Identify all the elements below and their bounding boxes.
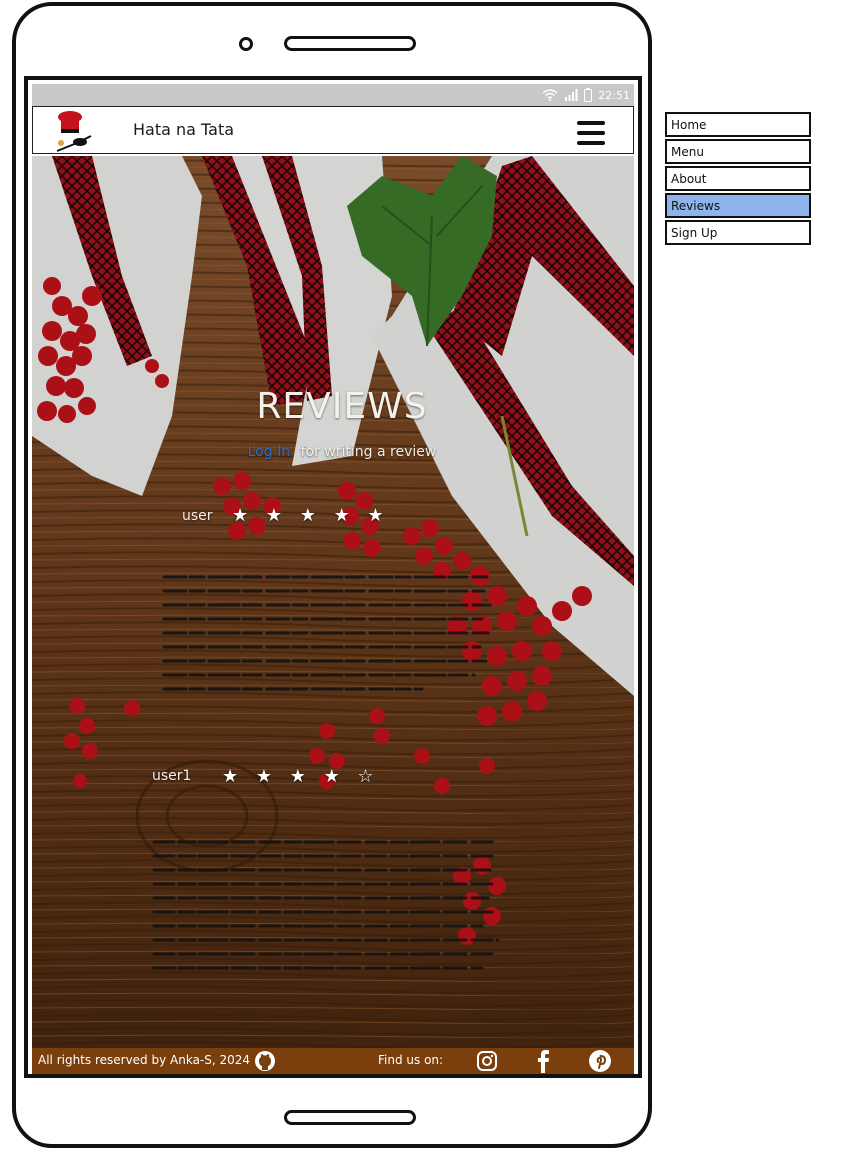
instagram-icon[interactable] [476,1050,498,1072]
review-star-rating: ★ ★ ★ ★ ★ [232,505,390,526]
login-link[interactable]: Log In [248,444,290,460]
page-title: REVIEWS [256,386,428,427]
hamburger-menu-icon[interactable] [577,121,605,145]
copyright-text: All rights reserved by Anka-S, 2024 [38,1053,251,1067]
facebook-icon[interactable] [532,1049,554,1073]
brand-name[interactable]: Hata na Tata [133,120,234,139]
tablet-screen: 22:51 Hata na Tata REVIEWS Log In for wr… [24,76,642,1078]
nav-menu-dropdown: Home Menu About Reviews Sign Up [665,112,813,247]
nav-item-menu[interactable]: Menu [665,139,811,164]
status-bar: 22:51 [32,84,634,106]
chef-hat-logo-icon[interactable] [51,109,97,153]
reviews-hero: REVIEWS Log In for writing a review user… [32,156,634,1048]
pinterest-icon[interactable] [588,1049,612,1073]
nav-item-reviews[interactable]: Reviews [665,193,811,218]
nav-item-home[interactable]: Home [665,112,811,137]
wifi-icon [542,89,558,101]
status-time: 22:51 [598,88,630,102]
home-button[interactable] [284,1110,416,1125]
review-text-placeholder [152,840,500,970]
review-text-placeholder [162,575,492,691]
site-header: Hata na Tata [32,106,634,154]
review-star-rating: ★ ★ ★ ★ ☆ [222,766,380,787]
speaker-grill [284,36,416,51]
login-prompt: Log In for writing a review [32,444,634,460]
review-user-name: user1 [152,768,192,784]
nav-item-about[interactable]: About [665,166,811,191]
review-user-name: user [182,508,213,524]
reviews-content: REVIEWS Log In for writing a review user… [32,156,634,1048]
signal-icon [565,89,578,101]
login-prompt-text: for writing a review [300,444,437,460]
nav-item-sign-up[interactable]: Sign Up [665,220,811,245]
find-us-label: Find us on: [378,1053,444,1067]
github-icon[interactable] [254,1050,276,1072]
camera-icon [239,37,253,51]
battery-icon [584,88,593,102]
site-footer: All rights reserved by Anka-S, 2024 Find… [32,1048,634,1074]
